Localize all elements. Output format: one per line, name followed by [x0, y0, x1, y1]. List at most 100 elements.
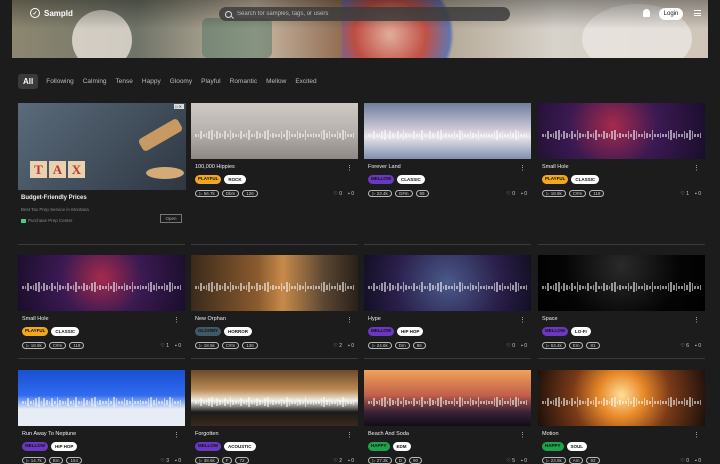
genre-tag[interactable]: CLASSIC [397, 175, 425, 184]
genre-tag[interactable]: HIP HOP [397, 327, 424, 336]
likes[interactable]: ♡ 6 [680, 343, 689, 349]
likes[interactable]: ♡ 0 [333, 191, 342, 197]
more-options-icon[interactable]: ⋮ [519, 164, 526, 172]
sample-title[interactable]: Space [542, 316, 705, 322]
genre-tag[interactable]: HORROR [224, 327, 252, 336]
waveform[interactable] [22, 281, 182, 293]
comments[interactable]: ▪ 0 [175, 343, 181, 349]
notification-bell-icon[interactable] [643, 9, 650, 17]
mood-tag[interactable]: HAPPY [368, 442, 390, 451]
sample-title[interactable]: Small Hole [542, 164, 705, 170]
sample-title[interactable]: Motion [542, 431, 705, 437]
comments[interactable]: ▪ 0 [521, 191, 527, 197]
sample-thumbnail[interactable] [538, 255, 705, 311]
sample-thumbnail[interactable] [364, 370, 531, 426]
sample-thumbnail[interactable] [191, 370, 358, 426]
comments[interactable]: ▪ 0 [521, 343, 527, 349]
waveform[interactable] [542, 129, 702, 141]
sample-title[interactable]: Hype [368, 316, 531, 322]
more-options-icon[interactable]: ⋮ [693, 316, 700, 324]
filter-chip-all[interactable]: All [18, 74, 39, 89]
filter-chip-mellow[interactable]: Mellow [265, 78, 287, 85]
sample-card[interactable]: Forever Land ⋮ MELLOW CLASSIC ▷ 23.4k G#… [364, 103, 531, 197]
waveform[interactable] [195, 129, 355, 141]
sample-thumbnail[interactable] [538, 370, 705, 426]
ad-open-button[interactable]: Open [160, 214, 182, 223]
genre-tag[interactable]: SOUL [566, 442, 588, 451]
more-options-icon[interactable]: ⋮ [693, 164, 700, 172]
mood-tag[interactable]: PLAYFUL [22, 327, 49, 336]
sample-card[interactable]: Small Hole ⋮ PLAYFUL CLASSIC ▷ 18.9k C#m… [18, 255, 185, 349]
sample-thumbnail[interactable] [18, 255, 185, 311]
more-options-icon[interactable]: ⋮ [346, 164, 353, 172]
genre-tag[interactable]: ROCK [224, 175, 246, 184]
likes[interactable]: ♡ 0 [506, 343, 515, 349]
genre-tag[interactable]: EDM [392, 442, 411, 451]
mood-tag[interactable]: PLAYFUL [542, 175, 569, 184]
mood-tag[interactable]: GLOOMY [195, 327, 221, 336]
sample-card[interactable]: Hype ⋮ MELLOW HIP HOP ▷ 24.6k Dm 86 ♡ 0 … [364, 255, 531, 349]
sample-thumbnail[interactable] [18, 370, 185, 426]
waveform[interactable] [195, 281, 355, 293]
genre-tag[interactable]: CLASSIC [571, 175, 600, 184]
more-options-icon[interactable]: ⋮ [346, 316, 353, 324]
filter-chip-excited[interactable]: Excited [294, 78, 317, 85]
sample-card[interactable]: Motion ⋮ HAPPY SOUL ▷ 23.5k Am 92 ♡ 0 ▪ … [538, 370, 705, 464]
sample-card[interactable]: Small Hole ⋮ PLAYFUL CLASSIC ▷ 18.9k C#m… [538, 103, 705, 197]
likes[interactable]: ♡ 2 [333, 343, 342, 349]
more-options-icon[interactable]: ⋮ [173, 431, 180, 439]
ad-card[interactable]: ▷✕ T A X Budget-Friendly Prices Best Tax… [18, 103, 186, 223]
waveform[interactable] [368, 396, 528, 408]
sample-thumbnail[interactable] [191, 255, 358, 311]
comments[interactable]: ▪ 0 [348, 343, 354, 349]
mood-tag[interactable]: MELLOW [368, 327, 394, 336]
waveform[interactable] [542, 281, 702, 293]
more-options-icon[interactable]: ⋮ [693, 431, 700, 439]
mood-tag[interactable]: MELLOW [22, 442, 48, 451]
comments[interactable]: ▪ 0 [348, 191, 354, 197]
sample-title[interactable]: Beach And Soda [368, 431, 531, 437]
login-button[interactable]: Login [659, 8, 683, 20]
mood-tag[interactable]: HAPPY [542, 442, 564, 451]
sample-card[interactable]: Beach And Soda ⋮ HAPPY EDM ▷ 27.3k D 90 … [364, 370, 531, 464]
sample-title[interactable]: 100,000 Hippies [195, 164, 358, 170]
waveform[interactable] [195, 396, 355, 408]
search-input[interactable] [237, 11, 497, 17]
likes[interactable]: ♡ 1 [160, 343, 169, 349]
sample-title[interactable]: Forgotten [195, 431, 358, 437]
waveform[interactable] [368, 281, 528, 293]
mood-tag[interactable]: MELLOW [368, 175, 394, 184]
sample-card[interactable]: Forgotten ⋮ MELLOW ACOUSTIC ▷ 38.6k F 72… [191, 370, 358, 464]
sample-title[interactable]: Run Away To Neptune [22, 431, 185, 437]
genre-tag[interactable]: ACOUSTIC [224, 442, 256, 451]
more-options-icon[interactable]: ⋮ [173, 316, 180, 324]
more-options-icon[interactable]: ⋮ [519, 431, 526, 439]
sample-thumbnail[interactable] [364, 255, 531, 311]
genre-tag[interactable]: CLASSIC [51, 327, 80, 336]
filter-chip-following[interactable]: Following [45, 78, 74, 85]
mood-tag[interactable]: PLAYFUL [195, 175, 222, 184]
mood-tag[interactable]: MELLOW [195, 442, 221, 451]
sample-card[interactable]: Space ⋮ MELLOW LO-FI ▷ 53.4k Em 81 ♡ 6 ▪… [538, 255, 705, 349]
sample-thumbnail[interactable] [364, 103, 531, 159]
sample-card[interactable]: 100,000 Hippies ⋮ PLAYFUL ROCK ▷ 56.7k D… [191, 103, 358, 197]
search-bar[interactable] [219, 7, 510, 21]
sample-thumbnail[interactable] [191, 103, 358, 159]
more-options-icon[interactable]: ⋮ [519, 316, 526, 324]
logo[interactable]: ✓ Sampld [30, 8, 73, 18]
waveform[interactable] [22, 396, 182, 408]
waveform[interactable] [368, 129, 528, 141]
sample-title[interactable]: New Orphan [195, 316, 358, 322]
sample-card[interactable]: Run Away To Neptune ⋮ MELLOW HIP HOP ▷ 1… [18, 370, 185, 464]
comments[interactable]: ▪ 0 [695, 343, 701, 349]
filter-chip-happy[interactable]: Happy [141, 78, 162, 85]
sample-thumbnail[interactable] [538, 103, 705, 159]
genre-tag[interactable]: LO-FI [571, 327, 591, 336]
likes[interactable]: ♡ 0 [506, 191, 515, 197]
sample-title[interactable]: Small Hole [22, 316, 185, 322]
sample-card[interactable]: New Orphan ⋮ GLOOMY HORROR ▷ 18.5k C#m 1… [191, 255, 358, 349]
more-options-icon[interactable]: ⋮ [346, 431, 353, 439]
menu-icon[interactable] [694, 10, 701, 16]
likes[interactable]: ♡ 1 [680, 191, 689, 197]
filter-chip-playful[interactable]: Playful [200, 78, 222, 85]
